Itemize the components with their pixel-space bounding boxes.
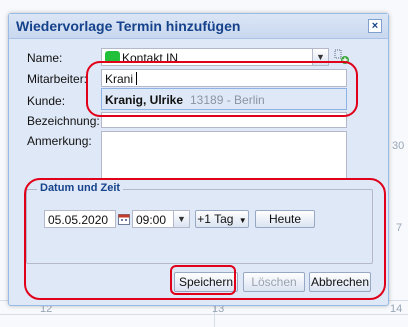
note-label: Anmerkung: [27,134,92,148]
customer-label: Kunde: [27,94,66,108]
dialog-titlebar: Wiedervorlage Termin hinzufügen × [9,14,388,39]
employee-label: Mitarbeiter: [27,72,88,86]
highlight-employee-field [86,61,358,117]
calendar-gridline [0,314,408,315]
calendar-day-number: 14 [390,303,403,315]
calendar-day-number: 7 [396,222,403,234]
note-textarea[interactable] [101,131,347,179]
title-label: Bezeichnung: [27,114,100,128]
dialog-title: Wiedervorlage Termin hinzufügen [16,18,241,34]
calendar-day-number: 30 [392,140,405,152]
close-icon[interactable]: × [368,19,382,33]
highlight-save-button [170,265,236,295]
name-label: Name: [27,51,63,65]
